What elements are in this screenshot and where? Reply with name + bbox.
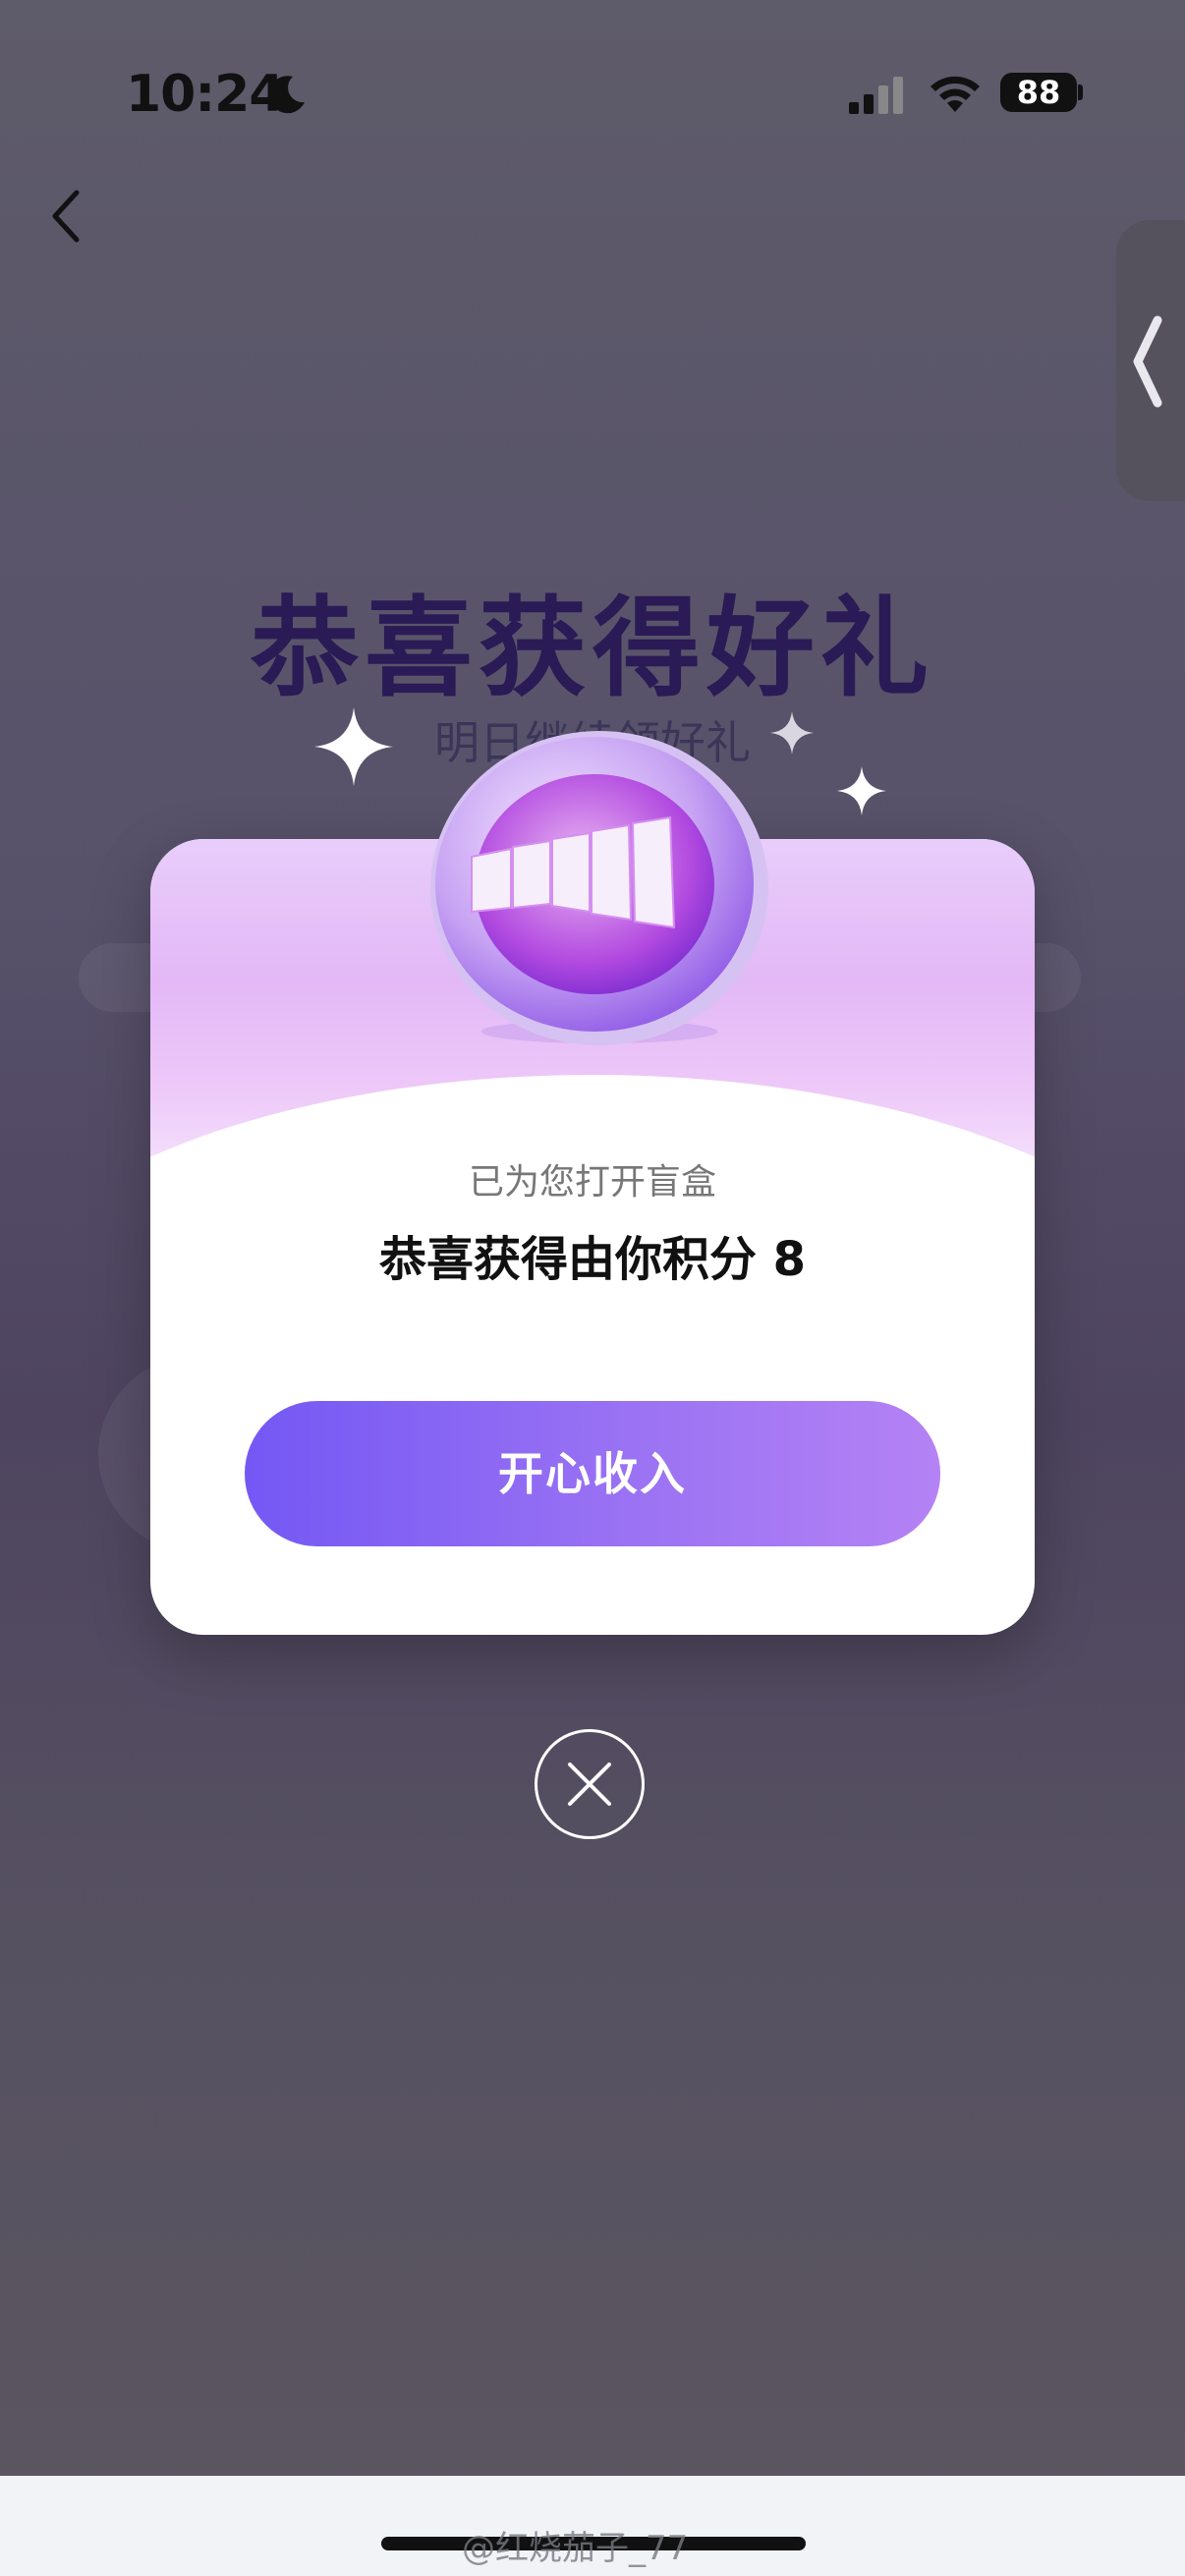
sparkle-icon <box>314 707 393 786</box>
back-button[interactable] <box>47 187 86 246</box>
modal-subtitle: 已为您打开盲盒 <box>468 1162 716 1203</box>
watermark: @红烧茄子_77 <box>462 2529 689 2568</box>
sparkle-icon <box>770 711 814 755</box>
signal-icon <box>849 77 903 114</box>
close-icon <box>568 1763 611 1806</box>
modal-message: 恭喜获得由你积分 8 <box>378 1232 807 1287</box>
close-button[interactable] <box>535 1729 645 1839</box>
status-time: 10:24 <box>126 65 285 124</box>
sparkle-icon <box>837 766 886 815</box>
points-coin-icon <box>430 731 768 1045</box>
page-title: 恭喜获得好礼 <box>251 586 934 711</box>
wifi-icon <box>931 76 980 112</box>
chevron-left-icon <box>1133 315 1162 408</box>
moon-icon <box>268 76 305 114</box>
battery-icon: 88 <box>1000 73 1077 112</box>
confirm-button[interactable]: 开心收入 <box>245 1401 940 1546</box>
battery-tip <box>1078 84 1083 100</box>
